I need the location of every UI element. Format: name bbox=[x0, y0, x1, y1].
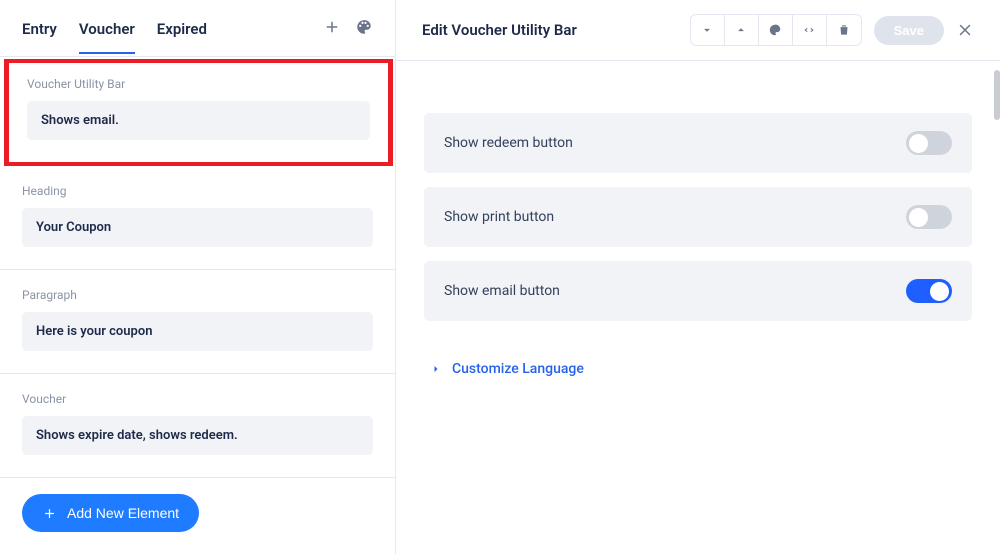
move-up-button[interactable] bbox=[725, 15, 759, 45]
tab-action-icons bbox=[323, 18, 373, 56]
card-voucher-utility-bar[interactable]: Voucher Utility Bar Shows email. bbox=[4, 59, 393, 166]
setting-label: Show email button bbox=[444, 283, 560, 299]
editor-title: Edit Voucher Utility Bar bbox=[422, 21, 577, 39]
editor-header: Edit Voucher Utility Bar Save bbox=[396, 0, 1000, 61]
card-voucher[interactable]: Voucher Shows expire date, shows redeem. bbox=[0, 374, 395, 478]
card-label: Paragraph bbox=[22, 288, 373, 302]
setting-row-email: Show email button bbox=[424, 261, 972, 321]
toggle-show-redeem[interactable] bbox=[906, 131, 952, 155]
customize-language-label: Customize Language bbox=[452, 361, 584, 377]
card-value: Shows email. bbox=[27, 101, 370, 140]
card-value: Here is your coupon bbox=[22, 312, 373, 351]
scrollbar-thumb[interactable] bbox=[994, 70, 1000, 120]
editor-body: Show redeem button Show print button Sho… bbox=[396, 61, 1000, 554]
sidebar-layout-panel: Entry Voucher Expired Voucher Utility Ba… bbox=[0, 0, 396, 554]
setting-label: Show print button bbox=[444, 209, 554, 225]
card-paragraph[interactable]: Paragraph Here is your coupon bbox=[0, 270, 395, 374]
plus-icon bbox=[42, 506, 57, 521]
editor-panel: Edit Voucher Utility Bar Save Show redee… bbox=[396, 0, 1000, 554]
delete-button[interactable] bbox=[827, 15, 861, 45]
move-down-button[interactable] bbox=[691, 15, 725, 45]
setting-row-print: Show print button bbox=[424, 187, 972, 247]
style-button[interactable] bbox=[759, 15, 793, 45]
card-value: Shows expire date, shows redeem. bbox=[22, 416, 373, 455]
customize-language-link[interactable]: Customize Language bbox=[430, 361, 584, 377]
card-heading[interactable]: Heading Your Coupon bbox=[0, 166, 395, 270]
add-new-element-button[interactable]: Add New Element bbox=[22, 494, 199, 532]
add-new-element-label: Add New Element bbox=[67, 505, 179, 521]
tab-entry[interactable]: Entry bbox=[22, 20, 57, 54]
chevron-right-icon bbox=[430, 363, 442, 375]
setting-label: Show redeem button bbox=[444, 135, 573, 151]
editor-toolbar bbox=[690, 14, 862, 46]
card-label: Voucher bbox=[22, 392, 373, 406]
code-button[interactable] bbox=[793, 15, 827, 45]
toggle-show-email[interactable] bbox=[906, 279, 952, 303]
close-icon[interactable] bbox=[956, 21, 974, 39]
setting-row-redeem: Show redeem button bbox=[424, 113, 972, 173]
tab-expired[interactable]: Expired bbox=[157, 20, 207, 54]
save-button[interactable]: Save bbox=[874, 16, 944, 45]
tab-voucher[interactable]: Voucher bbox=[79, 20, 135, 54]
palette-icon[interactable] bbox=[355, 18, 373, 40]
element-card-list: Voucher Utility Bar Shows email. Heading… bbox=[0, 57, 395, 554]
card-label: Heading bbox=[22, 184, 373, 198]
card-value: Your Coupon bbox=[22, 208, 373, 247]
card-label: Voucher Utility Bar bbox=[27, 77, 370, 91]
toggle-show-print[interactable] bbox=[906, 205, 952, 229]
plus-icon[interactable] bbox=[323, 18, 341, 40]
tabs-header: Entry Voucher Expired bbox=[0, 0, 395, 57]
add-element-wrap: Add New Element bbox=[0, 478, 395, 548]
